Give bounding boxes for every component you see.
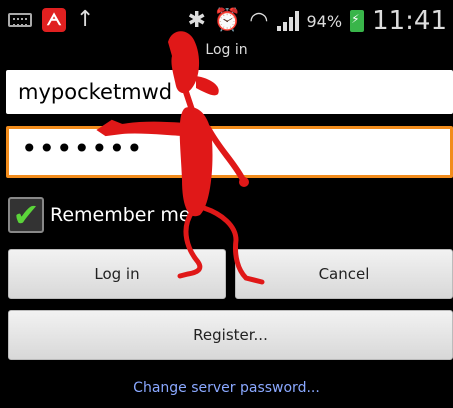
cancel-button[interactable]: Cancel	[235, 249, 453, 299]
remember-me-row[interactable]: ✔ Remember me	[8, 196, 191, 234]
login-button[interactable]: Log in	[8, 249, 226, 299]
clock: 11:41	[372, 6, 447, 36]
register-button[interactable]: Register...	[8, 310, 453, 360]
status-bar: ᗅ ↑ ✱ ⏰ ◠ 94% 11:41	[0, 0, 453, 40]
app-icon: ᗅ	[42, 8, 66, 32]
password-field[interactable]: •••••••	[6, 126, 453, 178]
change-server-password-link[interactable]: Change server password...	[0, 380, 453, 396]
alarm-icon: ⏰	[213, 8, 242, 33]
upload-icon: ↑	[76, 7, 95, 32]
signal-icon	[276, 11, 299, 31]
dialog-title: Log in	[205, 42, 248, 58]
battery-icon	[350, 10, 365, 32]
remember-me-label[interactable]: Remember me	[50, 204, 191, 226]
battery-percent: 94%	[306, 11, 343, 31]
username-field[interactable]: mypocketmwd	[6, 70, 453, 114]
remember-me-checkbox[interactable]: ✔	[8, 196, 44, 234]
wifi-icon: ◠	[249, 8, 269, 33]
keyboard-icon	[8, 13, 32, 27]
status-bar-right: ✱ ⏰ ◠ 94% 11:41	[187, 6, 447, 36]
bluetooth-icon: ✱	[187, 8, 206, 33]
status-bar-left: ᗅ ↑	[8, 8, 94, 32]
